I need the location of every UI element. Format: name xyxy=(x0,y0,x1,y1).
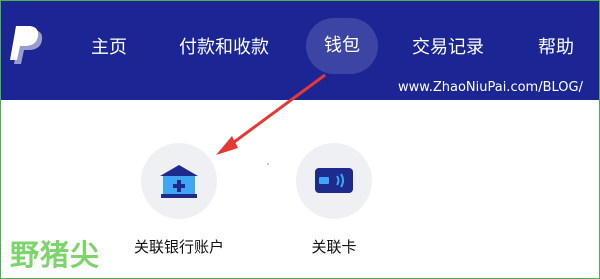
brand-watermark: 野猪尖 xyxy=(10,238,101,272)
